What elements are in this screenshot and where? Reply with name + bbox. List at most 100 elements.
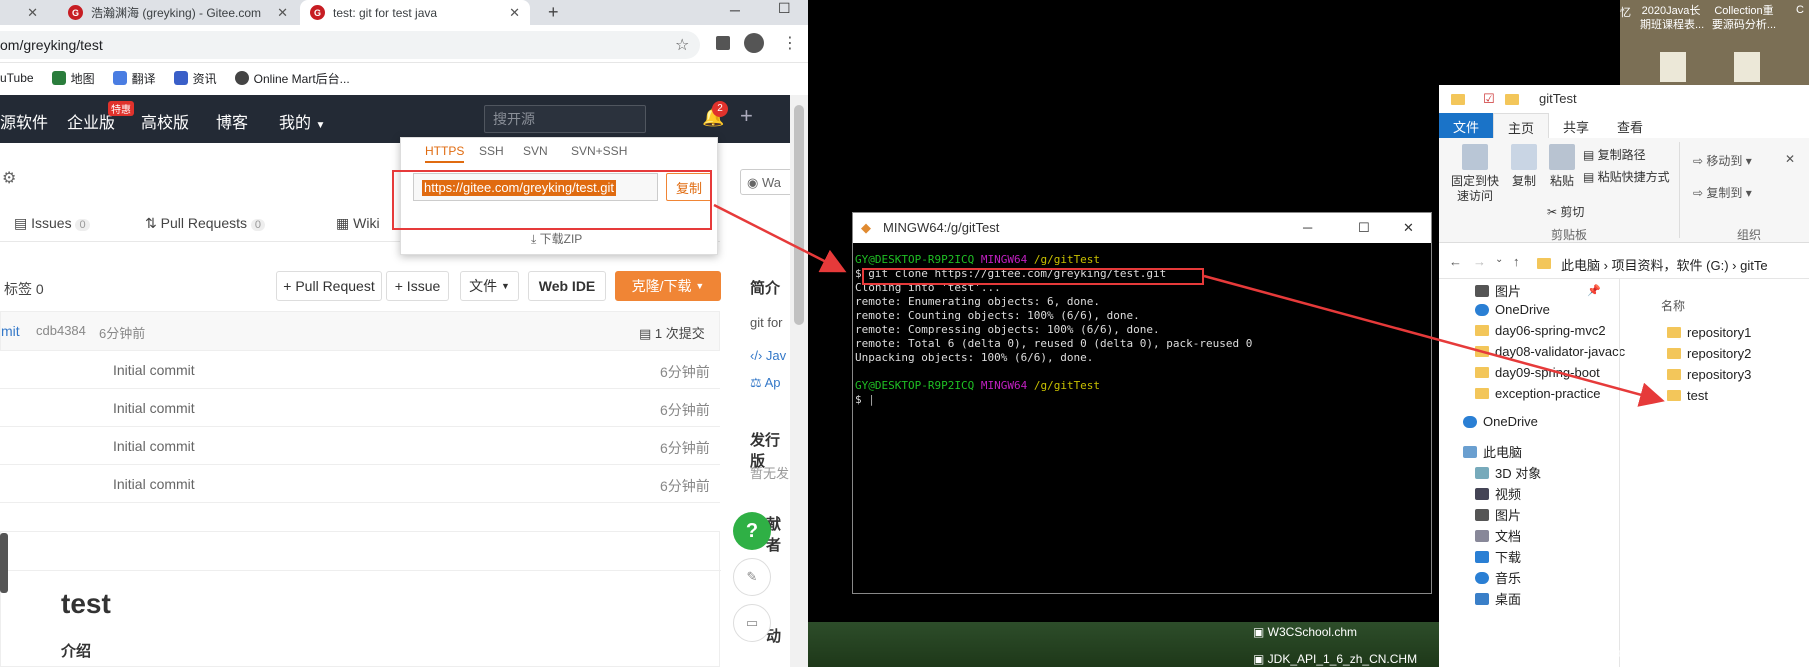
plus-icon[interactable]: +: [740, 103, 753, 129]
bookmark-translate[interactable]: 翻译: [112, 70, 156, 87]
file-row[interactable]: Initial commit 6分钟前: [0, 351, 720, 389]
bookmark-star-icon[interactable]: ☆: [675, 35, 689, 55]
bookmark-map[interactable]: 地图: [51, 70, 95, 87]
page-scrollbar[interactable]: [790, 95, 808, 667]
ribbon-tab-share[interactable]: 共享: [1549, 113, 1603, 138]
nav-item-downloads[interactable]: 下载: [1475, 547, 1521, 566]
back-arrow-icon[interactable]: ←: [1449, 254, 1462, 269]
nav-item-desktop[interactable]: 桌面: [1475, 589, 1521, 608]
checkbox-icon[interactable]: ☑: [1483, 85, 1495, 113]
desktop-file-jdk[interactable]: ▣ JDK_API_1_6_zh_CN.CHM: [1253, 652, 1417, 666]
nav-blog[interactable]: 博客: [216, 109, 248, 133]
clone-download-button[interactable]: 克隆/下载 ▼: [615, 271, 721, 301]
close-icon[interactable]: ✕: [1403, 213, 1414, 243]
forward-arrow-icon[interactable]: →: [1473, 254, 1486, 269]
comment-icon[interactable]: ▭: [733, 604, 771, 642]
desktop-icon-label[interactable]: 忆: [1620, 4, 1631, 20]
folder-item-test[interactable]: test: [1667, 388, 1708, 403]
nav-item-folder[interactable]: exception-practice: [1475, 386, 1601, 401]
profile-avatar-icon[interactable]: [744, 33, 764, 53]
browser-tab-test[interactable]: G test: git for test java ✕: [300, 0, 530, 25]
tab-pull-requests[interactable]: ⇅ Pull Requests 0: [145, 215, 266, 232]
gitee-search-input[interactable]: 搜开源: [484, 105, 646, 133]
copy-to-button[interactable]: ⇨ 复制到 ▾: [1693, 184, 1752, 201]
close-icon[interactable]: ✕: [27, 5, 38, 21]
nav-item-folder[interactable]: day09-spring-boot: [1475, 365, 1600, 380]
ribbon-tab-view[interactable]: 查看: [1603, 113, 1657, 138]
nav-mine[interactable]: 我的 ▼: [279, 109, 325, 133]
nav-item-documents[interactable]: 文档: [1475, 526, 1521, 545]
nav-education[interactable]: 高校版: [141, 109, 189, 133]
pin-quick-access-button[interactable]: 固定到快 速访问: [1447, 144, 1503, 204]
paste-shortcut-button[interactable]: ▤ 粘贴快捷方式: [1583, 168, 1670, 185]
side-handle[interactable]: [0, 533, 8, 593]
new-tab-button[interactable]: +: [548, 2, 559, 23]
issue-button[interactable]: + Issue: [386, 271, 449, 301]
document-icon[interactable]: [1660, 52, 1686, 82]
maximize-icon[interactable]: ☐: [778, 0, 791, 17]
url-bar[interactable]: om/greyking/test: [0, 31, 700, 59]
close-icon[interactable]: ✕: [277, 5, 288, 21]
column-header-name[interactable]: 名称: [1661, 297, 1685, 314]
minimize-icon[interactable]: ─: [1303, 213, 1312, 243]
clone-tab-svn-ssh[interactable]: SVN+SSH: [571, 144, 627, 158]
clone-tab-ssh[interactable]: SSH: [479, 144, 504, 158]
nav-item-this-pc[interactable]: 此电脑: [1463, 442, 1522, 461]
folder-item[interactable]: repository1: [1667, 325, 1751, 340]
desktop-icon-label[interactable]: C: [1796, 4, 1804, 16]
ribbon-tab-file[interactable]: 文件: [1439, 113, 1494, 138]
nav-item-3d-objects[interactable]: 3D 对象: [1475, 463, 1541, 482]
nav-item-folder[interactable]: day06-spring-mvc2: [1475, 323, 1606, 338]
commit-author[interactable]: mit: [1, 323, 20, 339]
file-row[interactable]: Initial commit 6分钟前: [0, 465, 720, 503]
maximize-icon[interactable]: ☐: [1358, 213, 1370, 243]
document-icon[interactable]: [1734, 52, 1760, 82]
ribbon-tab-home[interactable]: 主页: [1493, 113, 1550, 138]
sidebar-language[interactable]: ‹/› Jav: [750, 348, 786, 363]
commit-hash[interactable]: cdb4384: [36, 323, 86, 338]
folder-item[interactable]: repository3: [1667, 367, 1751, 382]
move-to-button[interactable]: ⇨ 移动到 ▾: [1693, 152, 1752, 169]
nav-item-music[interactable]: 音乐: [1475, 568, 1521, 587]
breadcrumb[interactable]: 此电脑 › 项目资料，软件 (G:) › gitTe: [1561, 255, 1768, 274]
clone-tab-https[interactable]: HTTPS: [425, 144, 465, 163]
tags-count[interactable]: 标签 0: [4, 279, 44, 299]
menu-dots-icon[interactable]: ⋮: [782, 33, 798, 53]
file-row[interactable]: Initial commit 6分钟前: [0, 389, 720, 427]
web-ide-button[interactable]: Web IDE: [528, 271, 606, 301]
extensions-icon[interactable]: [716, 36, 730, 50]
copy-button[interactable]: 复制: [1507, 144, 1541, 189]
browser-tab-partial[interactable]: ✕: [0, 0, 48, 25]
close-icon[interactable]: ✕: [509, 5, 520, 21]
nav-item-onedrive[interactable]: OneDrive: [1463, 414, 1538, 429]
download-zip-link[interactable]: ⤓ 下载ZIP: [531, 230, 582, 247]
copy-path-button[interactable]: ▤ 复制路径: [1583, 146, 1646, 163]
tab-issues[interactable]: ▤ Issues 0: [14, 215, 90, 232]
nav-item-pictures[interactable]: 图片 📌: [1475, 281, 1601, 300]
folder-item[interactable]: repository2: [1667, 346, 1751, 361]
help-button[interactable]: ?: [733, 512, 771, 550]
delete-icon[interactable]: ✕: [1785, 152, 1795, 166]
bookmark-youtube[interactable]: uTube: [0, 71, 34, 85]
nav-item-videos[interactable]: 视频: [1475, 484, 1521, 503]
desktop-file-w3c[interactable]: ▣ W3CSchool.chm: [1253, 625, 1357, 639]
chevron-down-icon[interactable]: ⌄: [1495, 254, 1503, 265]
commit-count[interactable]: ▤ 1 次提交: [639, 323, 705, 342]
clone-tab-svn[interactable]: SVN: [523, 144, 548, 158]
up-arrow-icon[interactable]: ↑: [1513, 254, 1520, 269]
terminal-output[interactable]: GY@DESKTOP-R9P2ICQ MINGW64 /g/gitTest $ …: [853, 243, 1431, 593]
tab-wiki[interactable]: ▦ Wiki: [336, 215, 380, 232]
minimize-icon[interactable]: ─: [730, 2, 740, 18]
file-row[interactable]: Initial commit 6分钟前: [0, 427, 720, 465]
edit-feedback-icon[interactable]: ✎: [733, 558, 771, 596]
pull-request-button[interactable]: + Pull Request: [276, 271, 382, 301]
cut-button[interactable]: ✂ 剪切: [1547, 203, 1584, 220]
nav-item-onedrive-quick[interactable]: OneDrive: [1475, 302, 1550, 317]
nav-item-folder[interactable]: day08-validator-javacc: [1475, 344, 1625, 359]
scrollbar-thumb[interactable]: [794, 105, 804, 325]
file-dropdown[interactable]: 文件 ▼: [460, 271, 519, 301]
sidebar-api[interactable]: ⚖ Ap: [750, 375, 780, 391]
paste-button[interactable]: 粘贴: [1545, 144, 1579, 189]
browser-tab-gitee-profile[interactable]: G 浩瀚渊海 (greyking) - Gitee.com ✕: [58, 0, 298, 25]
desktop-icon-label[interactable]: 2020Java长 期班课程表...: [1640, 4, 1704, 32]
